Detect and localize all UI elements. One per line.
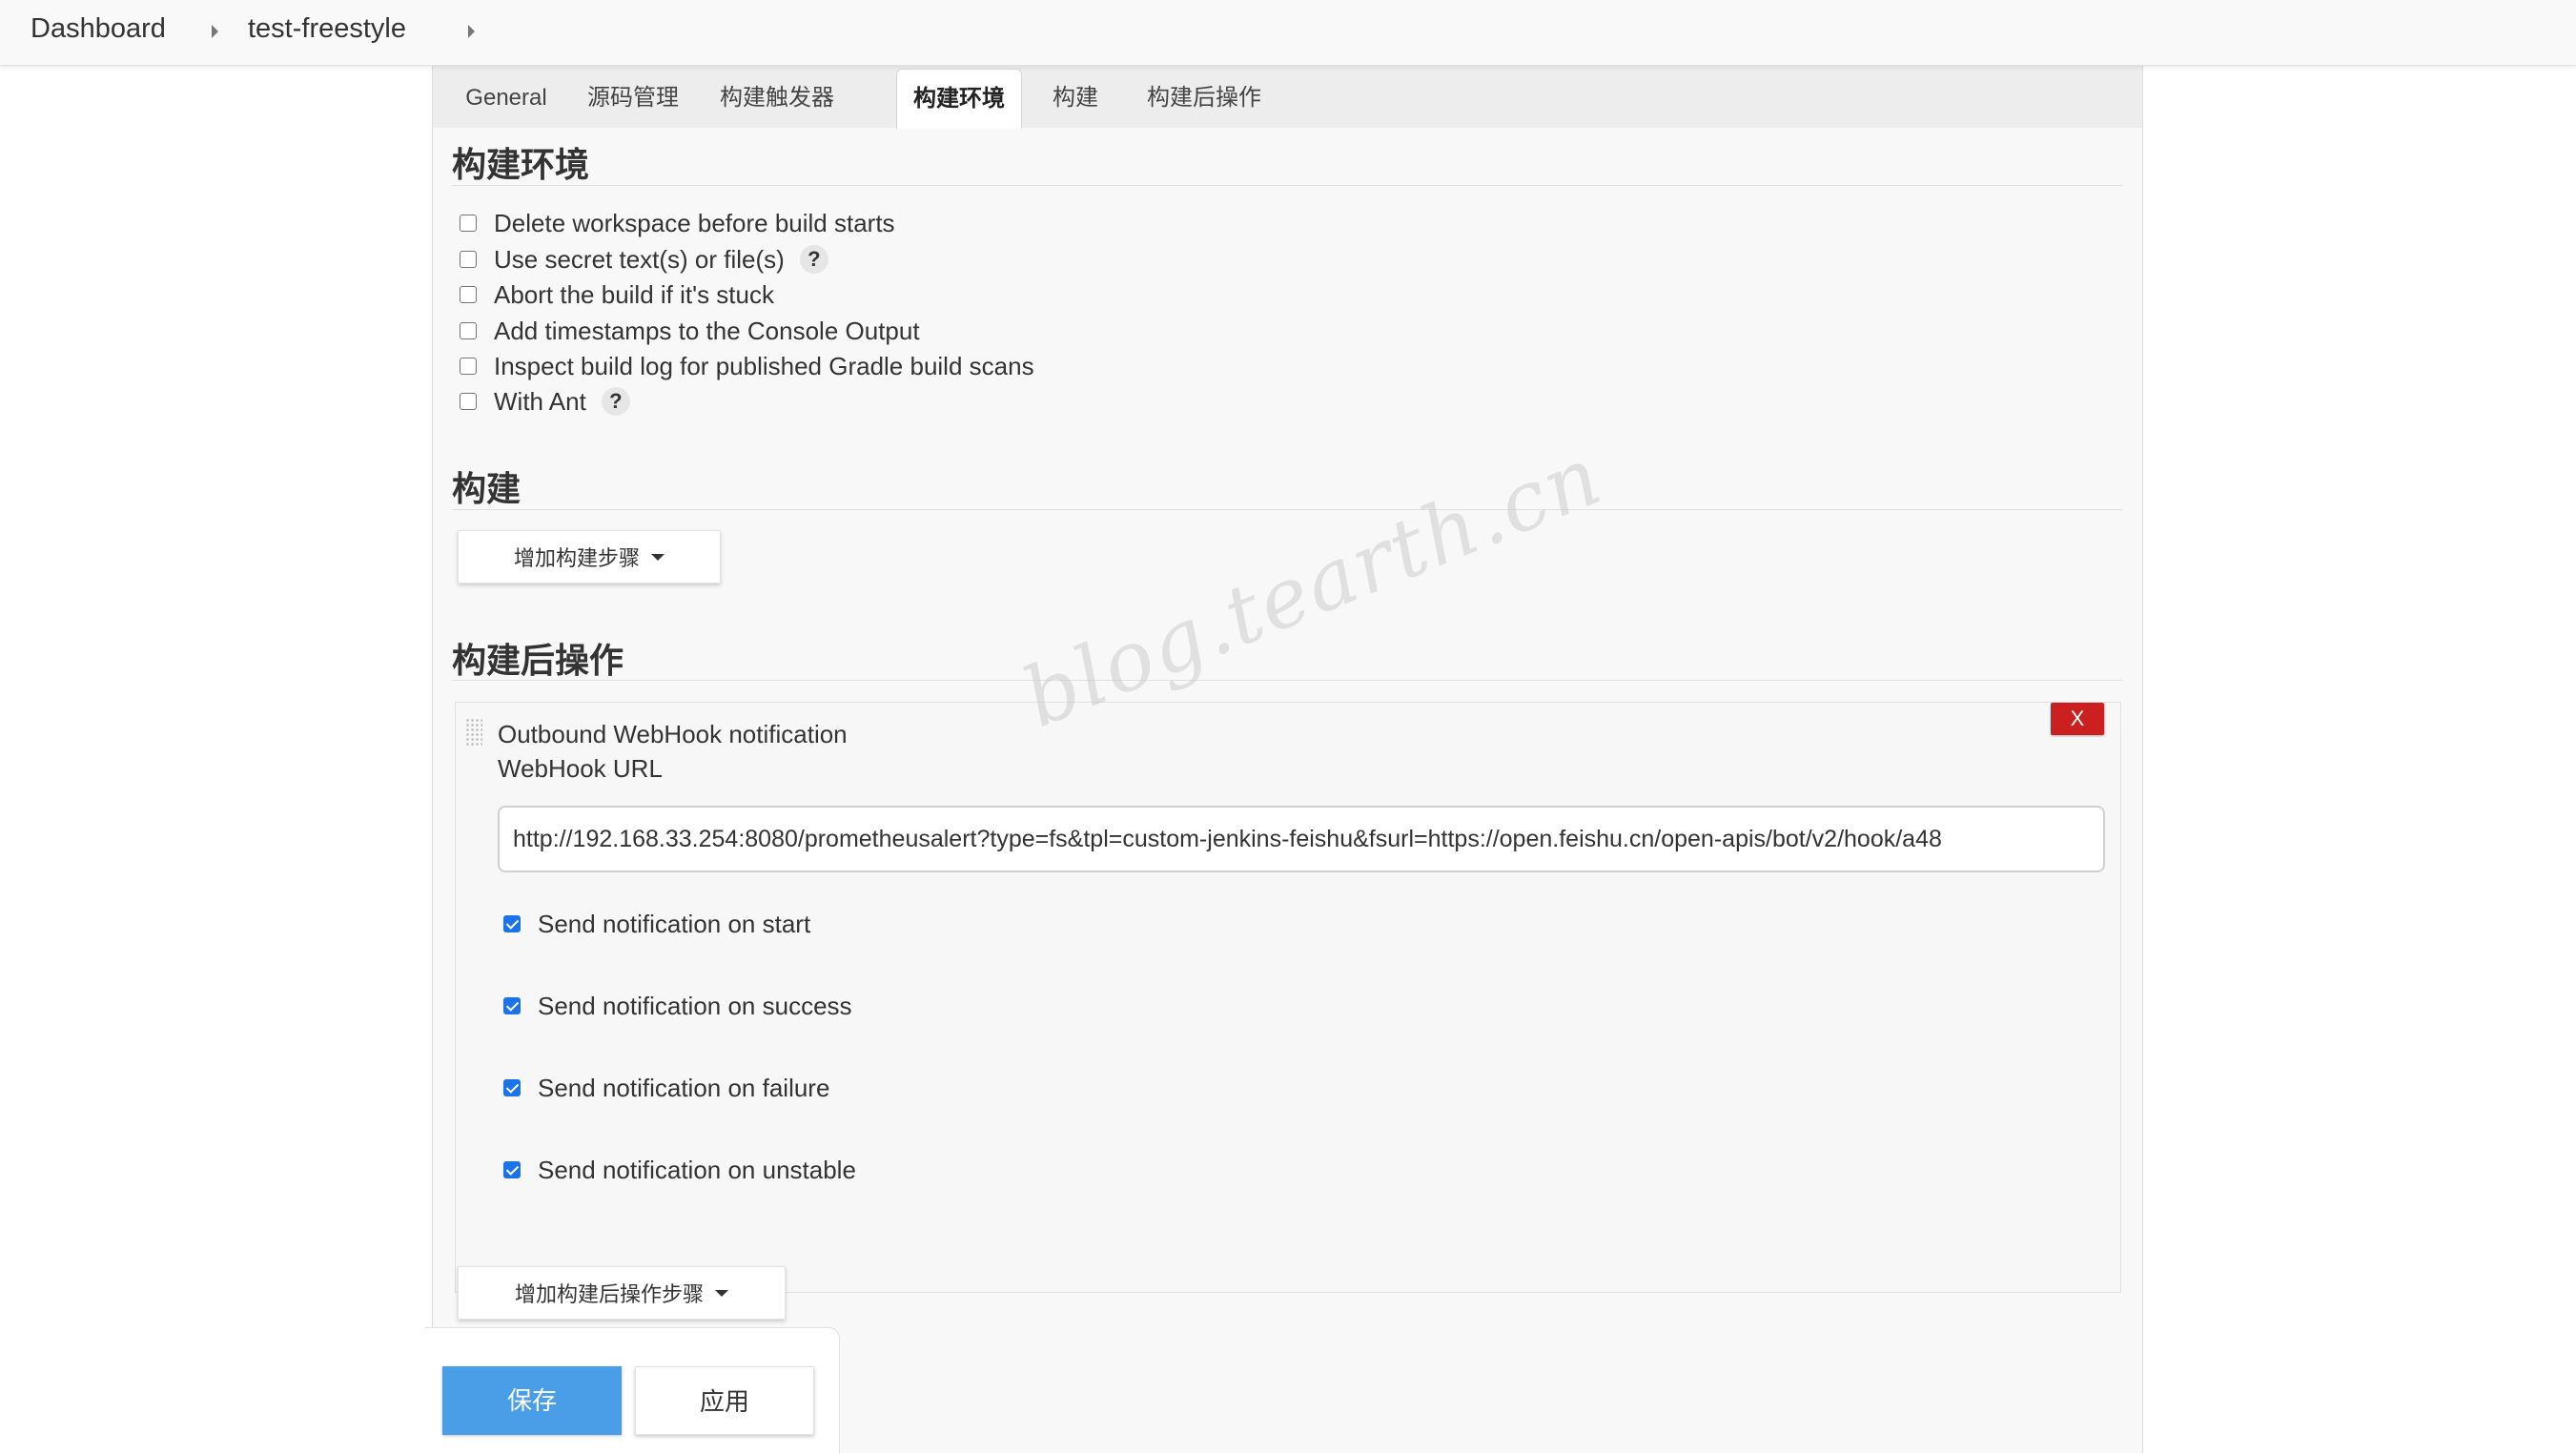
tab-post-build[interactable]: 构建后操作 [1133,69,1276,128]
option-inspect-gradle: Inspect build log for published Gradle b… [460,349,1034,383]
tab-build-triggers[interactable]: 构建触发器 [705,69,848,128]
add-build-step-label: 增加构建步骤 [513,546,640,570]
notify-label[interactable]: Send notification on start [538,910,810,939]
tab-build[interactable]: 构建 [1037,69,1114,128]
caret-down-icon [715,1289,728,1297]
option-use-secret: Use secret text(s) or file(s) ? [460,242,828,276]
checkbox-add-timestamps[interactable] [460,322,477,339]
breadcrumb: Dashboard test-freestyle [0,0,2576,66]
webhook-notification-block: X Outbound WebHook notification WebHook … [455,702,2121,1293]
add-post-build-step-button[interactable]: 增加构建后操作步骤 [458,1266,786,1320]
checkbox-abort-stuck[interactable] [460,286,477,303]
config-panel: General 源码管理 构建触发器 构建环境 构建 构建后操作 构建环境 De… [432,65,2143,1453]
delete-webhook-button[interactable]: X [2051,703,2104,735]
option-label[interactable]: Inspect build log for published Gradle b… [494,352,1034,381]
section-divider [452,680,2122,681]
section-title-build-environment: 构建环境 [452,145,590,184]
section-divider [452,509,2122,510]
notify-on-failure: Send notification on failure [503,1071,829,1105]
section-divider [452,185,2122,186]
option-with-ant: With Ant ? [460,384,630,419]
tab-source-management[interactable]: 源码管理 [576,69,690,128]
tab-build-environment[interactable]: 构建环境 [896,69,1022,129]
help-icon[interactable]: ? [799,245,828,274]
option-add-timestamps: Add timestamps to the Console Output [460,314,920,348]
apply-button[interactable]: 应用 [635,1366,814,1435]
webhook-url-input[interactable] [498,806,2105,872]
tab-bar: General 源码管理 构建触发器 构建环境 构建 构建后操作 [433,65,2142,129]
add-build-step-button[interactable]: 增加构建步骤 [458,530,721,584]
checkbox-notify-unstable[interactable] [503,1161,521,1178]
drag-handle-icon[interactable] [465,718,482,747]
help-icon[interactable]: ? [601,387,630,416]
webhook-url-label: WebHook URL [498,754,663,783]
form-action-bar: 保存 应用 [425,1327,840,1454]
checkbox-inspect-gradle[interactable] [460,358,477,375]
notify-label[interactable]: Send notification on success [538,992,852,1021]
option-label[interactable]: Use secret text(s) or file(s) [494,245,785,275]
webhook-title: Outbound WebHook notification [498,720,848,748]
option-abort-stuck: Abort the build if it's stuck [460,277,774,312]
checkbox-delete-workspace[interactable] [460,215,477,232]
section-title-post-build: 构建后操作 [452,641,624,680]
chevron-right-icon[interactable] [468,25,475,38]
option-label[interactable]: With Ant [494,387,586,417]
breadcrumb-dashboard[interactable]: Dashboard [31,13,166,45]
breadcrumb-test-freestyle[interactable]: test-freestyle [248,13,406,45]
notify-on-unstable: Send notification on unstable [503,1153,856,1187]
checkbox-notify-success[interactable] [503,997,521,1014]
tab-general[interactable]: General [456,69,557,128]
checkbox-notify-start[interactable] [503,915,521,932]
notify-on-success: Send notification on success [503,989,852,1023]
section-title-build: 构建 [452,469,521,508]
checkbox-use-secret[interactable] [460,251,477,268]
add-post-build-step-label: 增加构建后操作步骤 [514,1282,704,1306]
option-label[interactable]: Add timestamps to the Console Output [494,317,920,346]
notify-on-start: Send notification on start [503,907,810,941]
option-delete-workspace: Delete workspace before build starts [460,206,895,240]
option-label[interactable]: Abort the build if it's stuck [494,280,774,310]
notify-label[interactable]: Send notification on unstable [538,1156,856,1185]
chevron-right-icon[interactable] [212,25,218,38]
checkbox-with-ant[interactable] [460,393,477,410]
caret-down-icon [651,553,664,561]
checkbox-notify-failure[interactable] [503,1079,521,1096]
save-button[interactable]: 保存 [442,1366,622,1435]
option-label[interactable]: Delete workspace before build starts [494,209,895,238]
notify-label[interactable]: Send notification on failure [538,1074,829,1103]
